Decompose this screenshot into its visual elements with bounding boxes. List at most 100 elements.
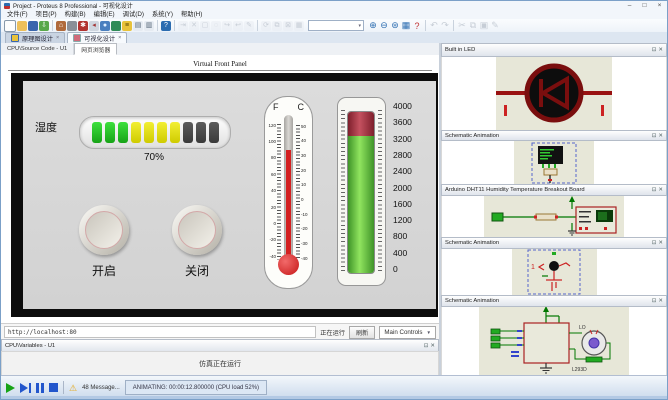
help-icon[interactable]: ? bbox=[161, 21, 171, 31]
led-symbol bbox=[496, 57, 612, 130]
save-icon[interactable] bbox=[28, 21, 38, 31]
dock-header-schematic-animation-2[interactable]: Schematic Animation ⊡ ✕ bbox=[441, 237, 667, 249]
grid-icon[interactable]: ▦ bbox=[401, 20, 411, 31]
main-controls-dropdown[interactable]: Main Controls ▼ bbox=[379, 326, 436, 339]
zoom-search-icon[interactable]: ● bbox=[100, 21, 110, 31]
tab-visual-design[interactable]: 可视化设计 × bbox=[67, 32, 127, 43]
web-browser-view: Virtual Front Panel 湿度 70% 开启 关闭 F C bbox=[1, 55, 439, 323]
dock-header-dht11-breakout[interactable]: Arduino DHT11 Humidity Temperature Break… bbox=[441, 184, 667, 196]
dock-body-schematic-animation-2: 1 bbox=[441, 249, 667, 295]
menu-item[interactable]: 构建(B) bbox=[61, 10, 90, 19]
menu-item[interactable]: 编辑(E) bbox=[90, 10, 119, 19]
pin-icon[interactable]: ⊡ bbox=[652, 298, 657, 304]
library-book-icon[interactable] bbox=[111, 21, 121, 31]
toolbar-separator bbox=[52, 20, 53, 31]
led-segment bbox=[144, 122, 154, 143]
thermometer-f-label: 80 bbox=[266, 155, 276, 160]
humidity-bargraph bbox=[79, 116, 231, 149]
close-icon[interactable]: ✕ bbox=[658, 240, 663, 246]
warning-icon: ⚠ bbox=[69, 383, 77, 393]
led-segment bbox=[183, 122, 193, 143]
pause-button[interactable] bbox=[36, 383, 44, 393]
source-code-icon[interactable]: ≡ bbox=[122, 21, 132, 31]
speaker-icon[interactable]: ◂ bbox=[89, 21, 99, 31]
new-file-icon[interactable] bbox=[4, 20, 16, 32]
menu-item[interactable]: 系统(Y) bbox=[148, 10, 177, 19]
off-button[interactable] bbox=[172, 205, 222, 255]
tab-schematic-design[interactable]: 原理图设计 × bbox=[5, 32, 65, 43]
menu-item[interactable]: 项目(P) bbox=[32, 10, 61, 19]
gauge-tick-label: 4000 bbox=[393, 102, 412, 111]
refresh-button[interactable]: 刷新 bbox=[349, 326, 375, 339]
thermometer-c-label: 20 bbox=[301, 168, 306, 173]
frame-icon: ▢ bbox=[200, 21, 210, 31]
close-icon[interactable]: ✕ bbox=[658, 47, 663, 53]
toolbox-icon[interactable] bbox=[67, 21, 77, 31]
zoom-extents-icon[interactable]: ⊛ bbox=[390, 20, 400, 31]
thermometer-mercury bbox=[286, 150, 291, 262]
chevron-down-icon: ▼ bbox=[427, 330, 431, 335]
pin-icon[interactable]: ⊡ bbox=[652, 47, 657, 53]
thermometer-c-label: -20 bbox=[301, 226, 308, 231]
toolbar-combo[interactable]: ▾ bbox=[308, 20, 364, 31]
snap-icon[interactable]: ? bbox=[412, 20, 422, 31]
pin-icon[interactable]: ⊡ bbox=[652, 133, 657, 139]
refresh-sheet-icon: ⟳ bbox=[261, 21, 271, 31]
svg-text:1: 1 bbox=[531, 264, 535, 271]
gauge-tick-label: 2000 bbox=[393, 184, 412, 193]
close-icon[interactable]: ✕ bbox=[658, 187, 663, 193]
import-icon[interactable]: ⇩ bbox=[39, 21, 49, 31]
zoom-in-icon[interactable]: ⊕ bbox=[368, 20, 378, 31]
notes-icon[interactable]: ▥ bbox=[144, 21, 154, 31]
subtab-web-browser[interactable]: 网页浏览器 bbox=[74, 43, 117, 55]
pin-icon[interactable]: ⊡ bbox=[652, 240, 657, 246]
tab-close-icon[interactable]: × bbox=[56, 35, 59, 41]
minimize-button[interactable]: – bbox=[622, 1, 637, 10]
level-gauge bbox=[337, 97, 386, 286]
thermometer-c-label: -30 bbox=[301, 241, 308, 246]
on-button[interactable] bbox=[79, 205, 129, 255]
close-button[interactable]: × bbox=[652, 1, 667, 10]
app-icon bbox=[4, 3, 10, 9]
menu-item[interactable]: 帮助(H) bbox=[177, 10, 206, 19]
terminal-icon[interactable]: ▤ bbox=[133, 21, 143, 31]
url-input[interactable]: http://localhost:80 bbox=[4, 326, 316, 338]
copy-icon: ⧉ bbox=[468, 20, 478, 31]
dock-header-schematic-animation-3[interactable]: Schematic Animation ⊡ ✕ bbox=[441, 295, 667, 307]
led-segment bbox=[209, 122, 219, 143]
front-panel: 湿度 70% 开启 关闭 F C 120100 bbox=[23, 81, 436, 309]
menu-bar: 文件(F)项目(P)构建(B)编辑(E)调试(D)系统(Y)帮助(H) bbox=[1, 10, 667, 19]
zoom-out-icon[interactable]: ⊖ bbox=[379, 20, 389, 31]
subtab-source-code[interactable]: CPU\Source Code - U1 bbox=[1, 43, 74, 55]
maximize-button[interactable]: □ bbox=[637, 1, 652, 10]
close-icon[interactable]: ✕ bbox=[658, 133, 663, 139]
settings-gear-icon[interactable]: ✱ bbox=[78, 21, 88, 31]
pin-icon[interactable]: ⊡ bbox=[424, 343, 429, 349]
message-count[interactable]: 48 Message... bbox=[82, 385, 120, 391]
step-button[interactable] bbox=[20, 383, 31, 393]
close-icon[interactable]: ✕ bbox=[658, 298, 663, 304]
open-folder-icon[interactable] bbox=[17, 21, 27, 31]
dock-header-built-in-led[interactable]: Built in LED ⊡ ✕ bbox=[441, 43, 667, 57]
menu-item[interactable]: 调试(D) bbox=[119, 10, 148, 19]
edit-icon: ✎ bbox=[244, 21, 254, 31]
led-segment bbox=[92, 122, 102, 143]
toolbar-separator bbox=[425, 20, 426, 31]
pin-icon[interactable]: ⊡ bbox=[652, 187, 657, 193]
redo-icon: ↷ bbox=[440, 20, 450, 31]
animating-status: ANIMATING: 00:00:12.800000 (CPU load 52%… bbox=[125, 380, 267, 395]
front-panel-title: Virtual Front Panel bbox=[8, 58, 432, 71]
dock-header-schematic-animation-1[interactable]: Schematic Animation ⊡ ✕ bbox=[441, 130, 667, 142]
stop-button[interactable] bbox=[49, 383, 58, 392]
close-icon[interactable]: ✕ bbox=[430, 343, 435, 349]
tab-close-icon[interactable]: × bbox=[118, 35, 121, 41]
send-icon: ↪ bbox=[222, 21, 232, 31]
thermometer-c-label: 40 bbox=[301, 138, 306, 143]
play-button[interactable] bbox=[6, 383, 15, 393]
visual-tab-icon bbox=[73, 34, 81, 42]
home-icon[interactable]: ⌂ bbox=[56, 21, 66, 31]
print-icon: ▦ bbox=[294, 21, 304, 31]
menu-item[interactable]: 文件(F) bbox=[3, 10, 32, 19]
gauge-tick-label: 2400 bbox=[393, 167, 412, 176]
front-panel-page: 湿度 70% 开启 关闭 F C 120100 bbox=[11, 73, 438, 317]
